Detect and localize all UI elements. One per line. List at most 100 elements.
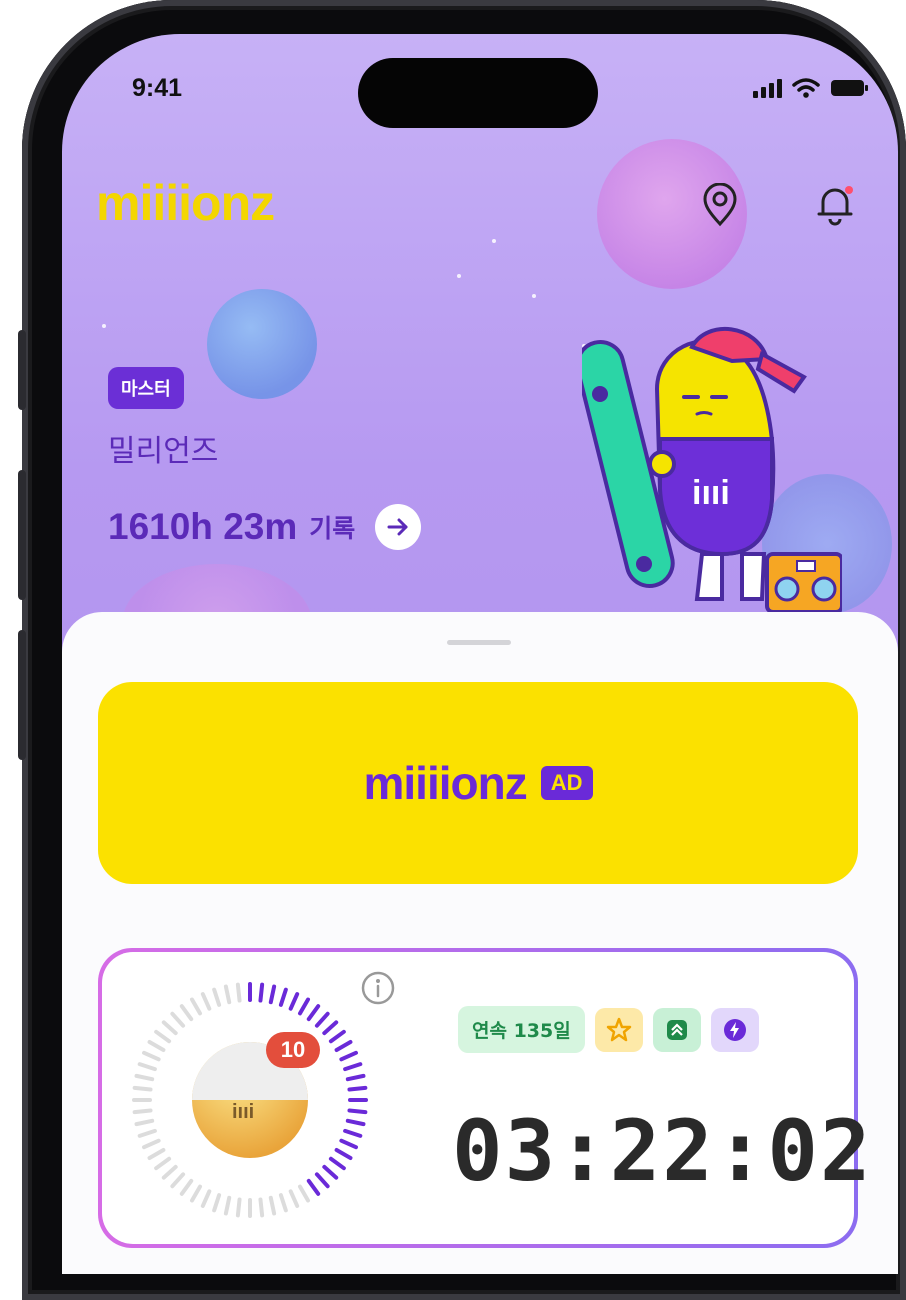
dial-tick [343,1128,363,1138]
streak-badge: 연속 135일 [458,1006,585,1053]
star-decoration [102,324,106,328]
dial-tick [132,1108,153,1115]
dial-tick [235,1197,242,1218]
dial-tick [161,1164,178,1180]
dial-tick [306,1178,321,1196]
dial-tick [137,1128,157,1138]
dial-tick [132,1085,153,1092]
dial-tick [328,1156,346,1171]
level-badge: 마스터 [108,367,184,409]
dial-tick [314,1011,330,1028]
dial-tick [345,1073,366,1082]
dial-tick [314,1172,330,1189]
dial-tick [223,1195,232,1216]
app-logo: miiiionz [96,175,275,231]
dial-tick [147,1040,166,1052]
dial-tick [322,1164,339,1180]
dial-tick [142,1050,161,1062]
dial-tick [334,1040,353,1052]
app-screen: 9:41 miiiionz 마스터 밀리언즈 1610h 23m 기록 iııi… [62,34,898,1274]
signal-icon [753,79,782,98]
dynamic-island [358,58,598,128]
wifi-icon [792,78,820,98]
dial-tick [134,1073,155,1082]
arrow-right-icon [387,518,408,536]
phone-side-button [18,470,26,600]
svg-text:iııi: iııi [232,1101,254,1123]
dial-tick [179,1004,194,1022]
dial-tick [154,1029,172,1044]
phone-side-button [18,630,26,760]
dial-tick [345,1118,366,1127]
star-chip[interactable] [594,1007,643,1052]
dial-tick [200,992,212,1011]
boost-chip[interactable] [710,1007,759,1052]
chevron-up-double-icon [666,1019,687,1040]
star-icon [606,1017,631,1041]
dial-tick [170,1011,186,1028]
planet-decoration [207,289,317,399]
location-pin-icon [703,183,737,227]
location-button[interactable] [695,180,745,230]
dial-tick [339,1138,358,1150]
dial-tick [258,1197,265,1218]
record-arrow-button[interactable] [375,504,422,550]
dial-tick [298,1184,310,1203]
streak-row: 연속 135일 [458,1006,759,1053]
dial-tick [288,1189,300,1208]
dial-tick [278,987,288,1007]
timer-dial: iııi [132,982,368,1218]
dial-tick [347,1108,368,1115]
dial-tick [190,997,202,1016]
status-icons [752,78,870,98]
user-name: 밀리언즈 [108,434,219,469]
timer-card[interactable]: iııi 10 연속 135일 03:22:02 [98,948,871,1248]
bottom-sheet: miiiionz AD iııi 10 연속 135일 03:22:02 [62,612,898,1274]
dial-tick [339,1050,358,1062]
medal-count-badge: 10 [266,1032,320,1068]
ad-banner[interactable]: miiiionz AD [98,682,858,884]
ad-logo: miiiionz [363,757,527,809]
dial-tick [170,1172,186,1189]
sheet-drag-handle[interactable] [447,640,511,645]
dial-tick [278,1193,288,1213]
star-decoration [492,239,496,243]
dial-tick [190,1184,202,1203]
dial-tick [179,1178,194,1196]
rank-chip[interactable] [652,1007,701,1052]
bell-icon [817,186,853,226]
svg-text:iııi: iııi [692,474,730,512]
dial-tick [147,1148,166,1160]
notification-button[interactable] [810,180,860,230]
dial-tick [134,1118,155,1127]
info-icon[interactable] [360,970,396,1006]
medal-count: 10 [280,1037,306,1062]
dial-tick [343,1062,363,1072]
mascot-illustration: iııi [582,326,842,614]
dial-tick [298,997,310,1016]
record-label: 기록 [309,514,356,543]
star-decoration [457,274,461,278]
timer-display: 03:22:02 [452,1102,873,1200]
dial-tick [212,1193,222,1213]
dial-tick [235,982,242,1003]
dial-tick [142,1138,161,1150]
status-time: 9:41 [132,74,183,102]
dial-tick [223,984,232,1005]
dial-tick [212,987,222,1007]
dial-tick [154,1156,172,1171]
dial-tick [258,982,265,1003]
lightning-icon [723,1018,746,1041]
star-decoration [532,294,536,298]
dial-tick [200,1189,212,1208]
record-value: 1610h 23m [108,506,298,547]
dial-tick [137,1062,157,1072]
record-summary[interactable]: 1610h 23m 기록 [108,504,422,550]
dial-tick [161,1020,178,1036]
dial-tick [347,1085,368,1092]
dial-tick [268,1195,277,1216]
ad-tag: AD [540,766,593,800]
dial-tick [328,1029,346,1044]
dial-tick [268,984,277,1005]
dial-tick [288,992,300,1011]
